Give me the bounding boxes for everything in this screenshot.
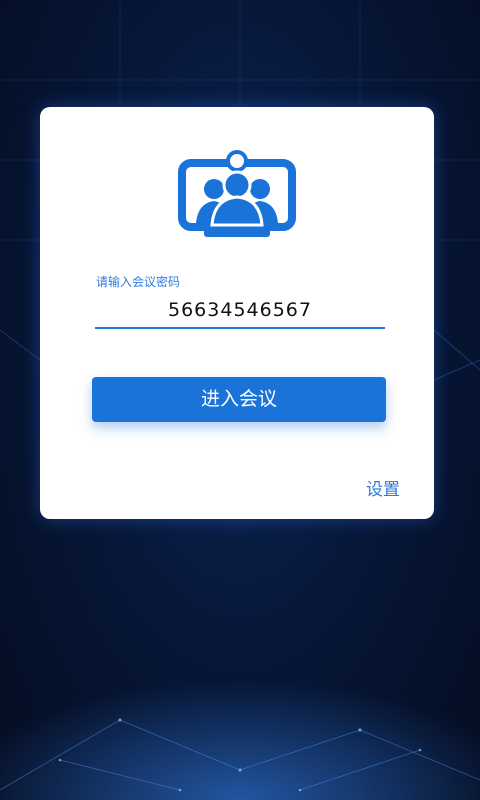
video-conference-group-icon [178,150,296,237]
password-label: 请输入会议密码 [96,275,181,289]
login-card: 请输入会议密码 进入会议 设置 [40,107,434,519]
enter-meeting-button[interactable]: 进入会议 [92,377,386,422]
password-input[interactable] [95,293,385,329]
settings-link[interactable]: 设置 [366,475,400,500]
